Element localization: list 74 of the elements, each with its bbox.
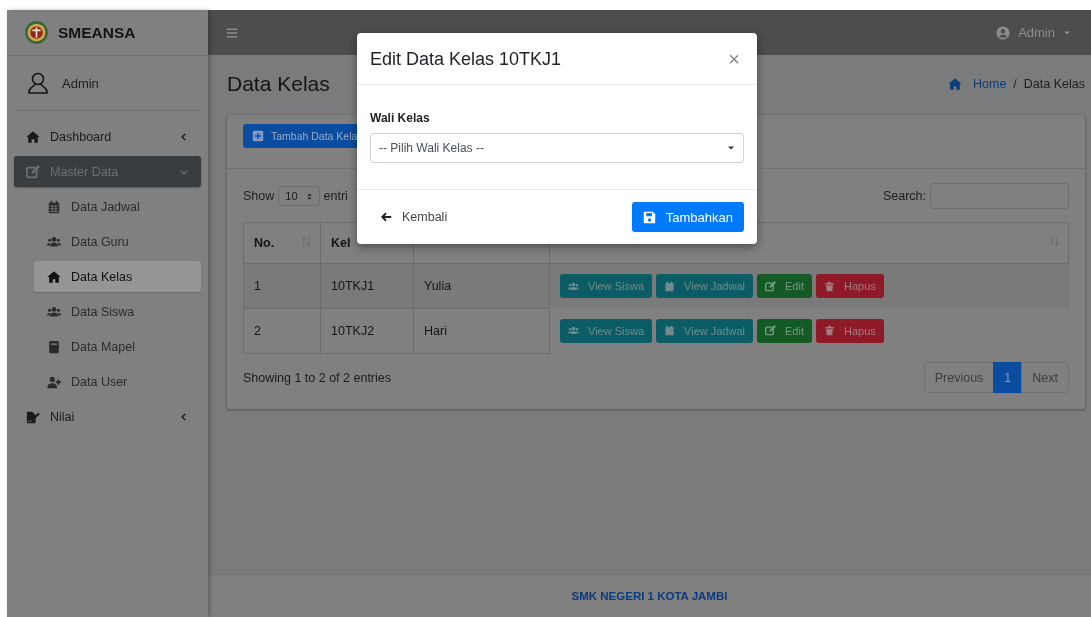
action-icon bbox=[765, 325, 776, 336]
caret-icon bbox=[727, 144, 735, 152]
breadcrumb-separator: / bbox=[1013, 77, 1017, 91]
plus-square-icon bbox=[252, 130, 264, 142]
sort-caret-icon bbox=[305, 191, 313, 201]
page-button[interactable]: Previous bbox=[923, 362, 995, 393]
action-icon bbox=[568, 280, 579, 292]
table-cell: 10TKJ1 bbox=[320, 263, 414, 309]
brand-name[interactable]: SMEANSA bbox=[58, 23, 136, 42]
page-title: Data Kelas bbox=[227, 72, 330, 96]
action-icon bbox=[765, 280, 776, 292]
action-icon bbox=[664, 325, 676, 336]
sidebar-subitem[interactable]: Data Mapel bbox=[34, 331, 201, 362]
action-icon bbox=[568, 325, 579, 336]
action-icon bbox=[823, 280, 835, 292]
nav-icon bbox=[47, 374, 61, 389]
field-label: Wali Kelas bbox=[370, 111, 431, 125]
user-circle-icon bbox=[996, 25, 1011, 40]
home-icon bbox=[948, 77, 962, 91]
show-label: Show bbox=[243, 189, 275, 203]
action-button[interactable]: View Jadwal bbox=[656, 274, 753, 298]
nav-icon bbox=[47, 304, 61, 319]
close-button[interactable]: × bbox=[724, 49, 744, 69]
table-cell: 10TKJ2 bbox=[320, 308, 414, 354]
sidebar-subitem[interactable]: Data Jadwal bbox=[34, 191, 201, 222]
nav-icon bbox=[26, 164, 40, 179]
action-button[interactable]: Hapus bbox=[815, 318, 884, 343]
sidebar-subitem[interactable]: Data Kelas bbox=[34, 261, 201, 292]
page-button[interactable]: 1 bbox=[993, 362, 1023, 393]
sidebar-subitem[interactable]: Data Siswa bbox=[34, 296, 201, 327]
table-cell: Hari bbox=[413, 308, 550, 354]
footer-text: SMK NEGERI 1 KOTA JAMBI bbox=[208, 574, 1091, 617]
nav-icon bbox=[26, 409, 40, 424]
menu-icon bbox=[226, 26, 238, 39]
action-icon bbox=[823, 325, 835, 336]
nav-icon bbox=[47, 199, 61, 214]
save-icon bbox=[642, 210, 656, 224]
table-cell: Yulia bbox=[413, 263, 550, 309]
action-button[interactable]: Hapus bbox=[815, 274, 884, 298]
modal-title: Edit Data Kelas 10TKJ1 bbox=[370, 49, 562, 70]
table-cell: 2 bbox=[243, 308, 321, 354]
sidebar-item[interactable]: Dashboard bbox=[14, 121, 201, 152]
user-menu[interactable]: Admin bbox=[994, 23, 1073, 42]
entries-select[interactable]: 10 bbox=[278, 186, 320, 206]
arrow-left-icon bbox=[380, 211, 392, 223]
nav-icon bbox=[47, 339, 61, 354]
action-button[interactable]: Edit bbox=[757, 274, 812, 298]
search-label: Search: bbox=[882, 189, 926, 203]
person-icon bbox=[26, 71, 50, 95]
nav-icon bbox=[26, 129, 40, 144]
chevron-left-icon bbox=[179, 411, 189, 422]
action-icon bbox=[664, 280, 676, 292]
select-field[interactable]: -- Pilih Wali Kelas -- bbox=[370, 133, 744, 163]
back-button[interactable]: Kembali bbox=[370, 206, 458, 228]
entries-label: entri bbox=[323, 189, 348, 203]
sidebar-item[interactable]: Nilai bbox=[14, 401, 201, 432]
breadcrumb-current: Data Kelas bbox=[1023, 77, 1085, 91]
action-button[interactable]: Edit bbox=[757, 318, 812, 343]
sidebar-subitem[interactable]: Data User bbox=[34, 366, 201, 397]
logo-icon bbox=[24, 20, 49, 45]
nav-icon bbox=[47, 269, 61, 284]
page-button[interactable]: Next bbox=[1021, 362, 1069, 393]
sidebar-subitem[interactable]: Data Guru bbox=[34, 226, 201, 257]
table-cell: 1 bbox=[243, 263, 321, 309]
chevron-left-icon bbox=[179, 131, 189, 142]
user-name[interactable]: Admin bbox=[62, 75, 99, 91]
action-button[interactable]: View Jadwal bbox=[656, 318, 753, 343]
action-button[interactable]: View Siswa bbox=[560, 318, 653, 343]
nav-icon bbox=[47, 234, 61, 249]
table-info: Showing 1 to 2 of 2 entries bbox=[243, 370, 391, 385]
breadcrumb-link[interactable]: Home bbox=[948, 77, 1007, 91]
submit-button[interactable]: Tambahkan bbox=[631, 202, 744, 232]
action-button[interactable]: View Siswa bbox=[560, 274, 653, 298]
column-header[interactable]: No. bbox=[243, 222, 321, 264]
